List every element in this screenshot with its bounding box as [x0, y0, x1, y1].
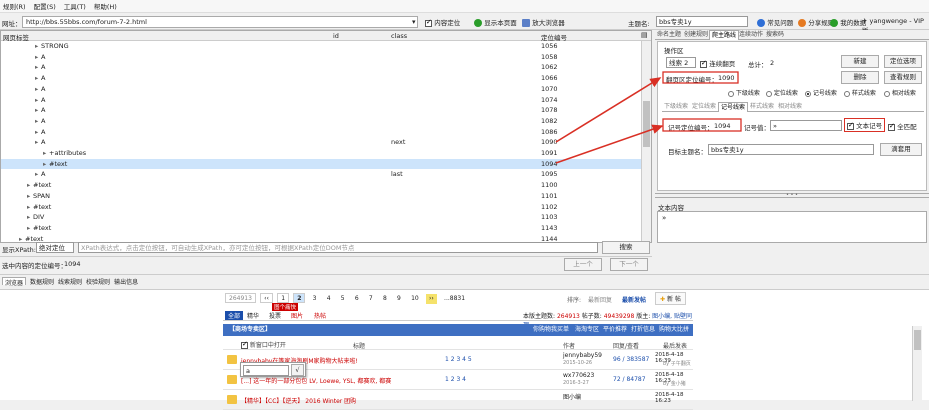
mark-pos-highlight [662, 118, 742, 132]
page-pos-highlight [662, 71, 739, 84]
annotation-arrows [555, 71, 742, 164]
